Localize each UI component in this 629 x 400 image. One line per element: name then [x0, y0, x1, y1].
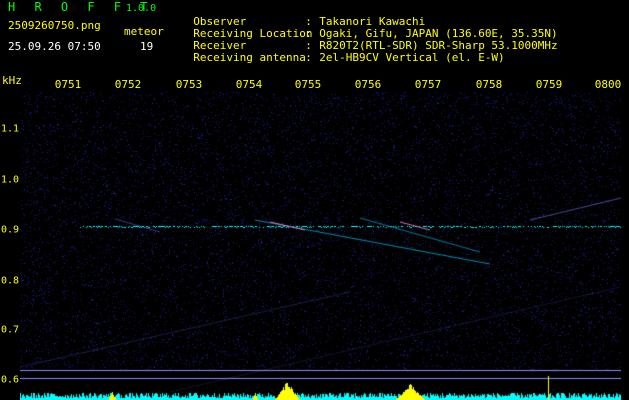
time-tick: 0753 [175, 78, 203, 91]
time-tick: 0756 [354, 78, 382, 91]
app-version: 1.0.0 [126, 3, 157, 14]
frequency-tick: 0.6 [1, 374, 20, 386]
time-tick: 0754 [235, 78, 263, 91]
frequency-tick: 1.1 [1, 123, 20, 135]
time-tick: 0758 [475, 78, 503, 91]
frequency-tick: 1.0 [1, 174, 20, 186]
info-row-antenna: Receiving antenna: 2el-HB9CV Vertical (el… [180, 40, 505, 64]
frequency-tick: 0.9 [1, 224, 20, 236]
meteor-count: 19 [140, 40, 154, 53]
time-tick: 0759 [535, 78, 563, 91]
meteor-label: meteor [124, 25, 164, 38]
time-tick: 0757 [414, 78, 442, 91]
frequency-tick: 0.7 [1, 324, 20, 336]
timestamp: 25.09.26 07:50 [8, 40, 101, 53]
time-axis: 0751 0752 0753 0754 0755 0756 0757 0758 … [0, 78, 629, 92]
info-key: Receiving antenna [193, 51, 306, 64]
time-tick: 0751 [54, 78, 82, 91]
frequency-tick: 0.8 [1, 275, 20, 287]
time-tick: 0752 [114, 78, 142, 91]
time-tick: 0800 [594, 78, 622, 91]
time-tick: 0755 [294, 78, 322, 91]
info-value: 2el-HB9CV Vertical (el. E-W) [319, 51, 505, 64]
spectrogram-plot [20, 92, 621, 400]
info-separator: : [305, 51, 312, 64]
file-name: 2509260750.png [8, 19, 101, 32]
